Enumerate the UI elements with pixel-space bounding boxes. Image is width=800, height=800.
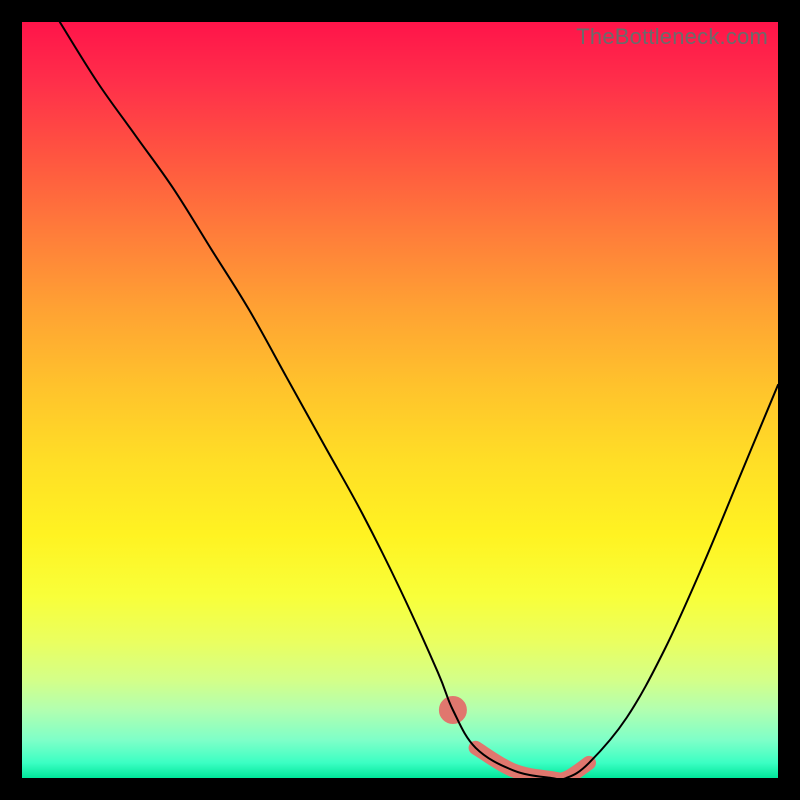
chart-stage: TheBottleneck.com [0,0,800,800]
gradient-plot-area: TheBottleneck.com [22,22,778,778]
curve-layer [22,22,778,778]
bottleneck-curve [60,22,778,778]
valley-highlight [476,748,589,778]
